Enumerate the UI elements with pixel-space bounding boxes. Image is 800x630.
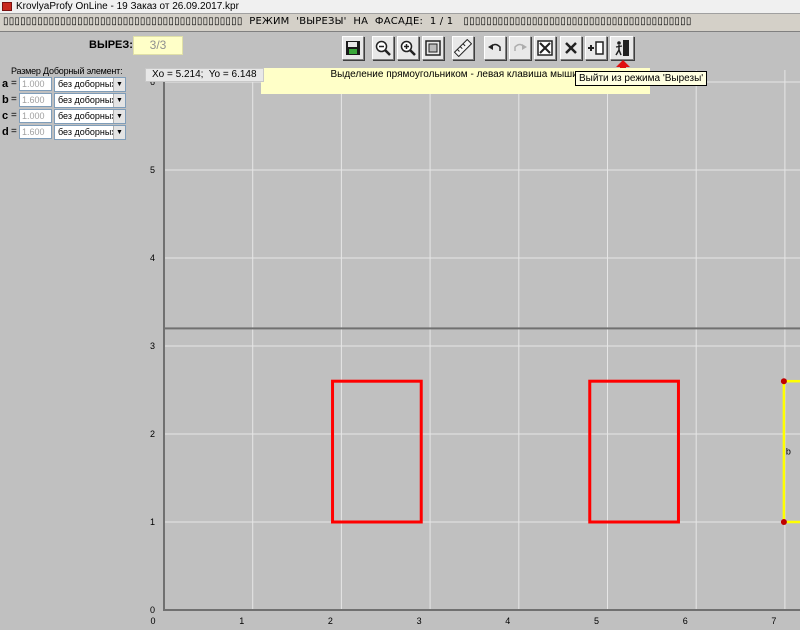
size-d-input[interactable]: 1.600 bbox=[19, 125, 52, 139]
exit-tooltip: Выйти из режима 'Вырезы' bbox=[575, 71, 708, 86]
element-b-value: без доборных bbox=[58, 95, 116, 105]
mode-bar: ▯▯▯▯▯▯▯▯▯▯▯▯▯▯▯▯▯▯▯▯▯▯▯▯▯▯▯▯▯▯▯▯▯▯▯▯▯▯▯▯… bbox=[0, 14, 800, 32]
zoom-out-button[interactable] bbox=[372, 36, 394, 60]
mode-text: ▯▯▯▯▯▯▯▯▯▯▯▯▯▯▯▯▯▯▯▯▯▯▯▯▯▯▯▯▯▯▯▯▯▯▯▯▯▯▯▯… bbox=[3, 16, 692, 27]
cross-icon bbox=[565, 42, 577, 54]
floppy-disk-icon bbox=[346, 41, 360, 55]
dropdown-arrow-icon[interactable]: ▼ bbox=[113, 110, 125, 123]
app-icon bbox=[2, 2, 12, 11]
element-c-value: без доборных bbox=[58, 111, 116, 121]
size-b-input[interactable]: 1.600 bbox=[19, 93, 52, 107]
size-a-input[interactable]: 1.000 bbox=[19, 77, 52, 91]
element-a-value: без доборных bbox=[58, 79, 116, 89]
exit-door-icon bbox=[615, 40, 629, 56]
corner-handle bbox=[780, 378, 787, 385]
cut-shapes: b bbox=[163, 327, 800, 611]
zoom-in-button[interactable] bbox=[397, 36, 419, 60]
size-row-b: b = 1.600 без доборных ▼ bbox=[2, 93, 128, 108]
exit-button[interactable] bbox=[610, 36, 634, 60]
x-tick-label: 4 bbox=[505, 616, 510, 626]
title-bar: KrovlyaProfy OnLine - 19 Заказ от 26.09.… bbox=[0, 0, 800, 14]
size-letter: a bbox=[2, 78, 9, 90]
selected-cut bbox=[782, 379, 800, 524]
element-b-select[interactable]: без доборных ▼ bbox=[54, 93, 126, 108]
x-tick-label: 0 bbox=[150, 616, 155, 626]
size-equals: = bbox=[11, 126, 17, 137]
add-cut-button[interactable] bbox=[585, 36, 607, 60]
grid bbox=[163, 70, 800, 611]
dropdown-arrow-icon[interactable]: ▼ bbox=[113, 126, 125, 139]
measure-button[interactable] bbox=[452, 36, 474, 60]
dropdown-arrow-icon[interactable]: ▼ bbox=[113, 94, 125, 107]
sizes-header: Размер Доборный элемент: bbox=[11, 66, 123, 76]
cursor-coordinates: Xo = 5.214; Yo = 6.148 bbox=[145, 68, 264, 82]
size-c-input[interactable]: 1.000 bbox=[19, 109, 52, 123]
dropdown-arrow-icon[interactable]: ▼ bbox=[113, 78, 125, 91]
cut-rectangle bbox=[331, 379, 423, 524]
x-tick-label: 2 bbox=[328, 616, 333, 626]
x-tick-label: 7 bbox=[771, 616, 776, 626]
size-letter: d bbox=[2, 126, 9, 138]
zoom-out-icon bbox=[375, 40, 391, 56]
delete-cut-button[interactable] bbox=[534, 36, 556, 60]
axis-ticks: 0 1 2 3 4 5 6 70123456 bbox=[150, 77, 776, 626]
element-c-select[interactable]: без доборных ▼ bbox=[54, 109, 126, 124]
size-row-c: c = 1.000 без доборных ▼ bbox=[2, 109, 128, 124]
redo-icon bbox=[514, 43, 527, 51]
y-tick-label: 3 bbox=[150, 341, 155, 351]
element-a-select[interactable]: без доборных ▼ bbox=[54, 77, 126, 92]
size-equals: = bbox=[11, 94, 17, 105]
cut-rectangle bbox=[588, 379, 680, 524]
y-tick-label: 5 bbox=[150, 165, 155, 175]
fit-view-button[interactable] bbox=[422, 36, 444, 60]
size-letter: c bbox=[2, 110, 9, 122]
size-row-d: d = 1.600 без доборных ▼ bbox=[2, 125, 128, 140]
undo-button[interactable] bbox=[484, 36, 506, 60]
y-tick-label: 0 bbox=[150, 605, 155, 615]
corner-handle bbox=[780, 519, 787, 525]
element-d-select[interactable]: без доборных ▼ bbox=[54, 125, 126, 140]
size-equals: = bbox=[11, 78, 17, 89]
zoom-in-icon bbox=[400, 40, 416, 56]
redo-button[interactable] bbox=[509, 36, 531, 60]
x-tick-label: 6 bbox=[683, 616, 688, 626]
y-tick-label: 1 bbox=[150, 517, 155, 527]
add-cut-icon bbox=[588, 41, 604, 55]
undo-icon bbox=[488, 43, 501, 51]
size-row-a: a = 1.000 без доборных ▼ bbox=[2, 77, 128, 92]
delete-box-icon bbox=[537, 40, 553, 56]
y-tick-label: 4 bbox=[150, 253, 155, 263]
fit-view-icon bbox=[425, 40, 441, 56]
cross-button[interactable] bbox=[560, 36, 582, 60]
cut-value-field[interactable]: 3/3 bbox=[133, 36, 183, 55]
side-label: b bbox=[786, 447, 791, 457]
element-d-value: без доборных bbox=[58, 127, 116, 137]
y-tick-label: 2 bbox=[150, 429, 155, 439]
x-tick-label: 3 bbox=[417, 616, 422, 626]
cut-label: ВЫРЕЗ: bbox=[89, 39, 133, 51]
window-title: KrovlyaProfy OnLine - 19 Заказ от 26.09.… bbox=[16, 1, 239, 12]
save-button[interactable] bbox=[342, 36, 364, 60]
size-equals: = bbox=[11, 110, 17, 121]
ruler-icon bbox=[454, 39, 472, 57]
x-tick-label: 1 bbox=[239, 616, 244, 626]
size-letter: b bbox=[2, 94, 9, 106]
x-tick-label: 5 bbox=[594, 616, 599, 626]
facade-outline bbox=[163, 327, 800, 611]
